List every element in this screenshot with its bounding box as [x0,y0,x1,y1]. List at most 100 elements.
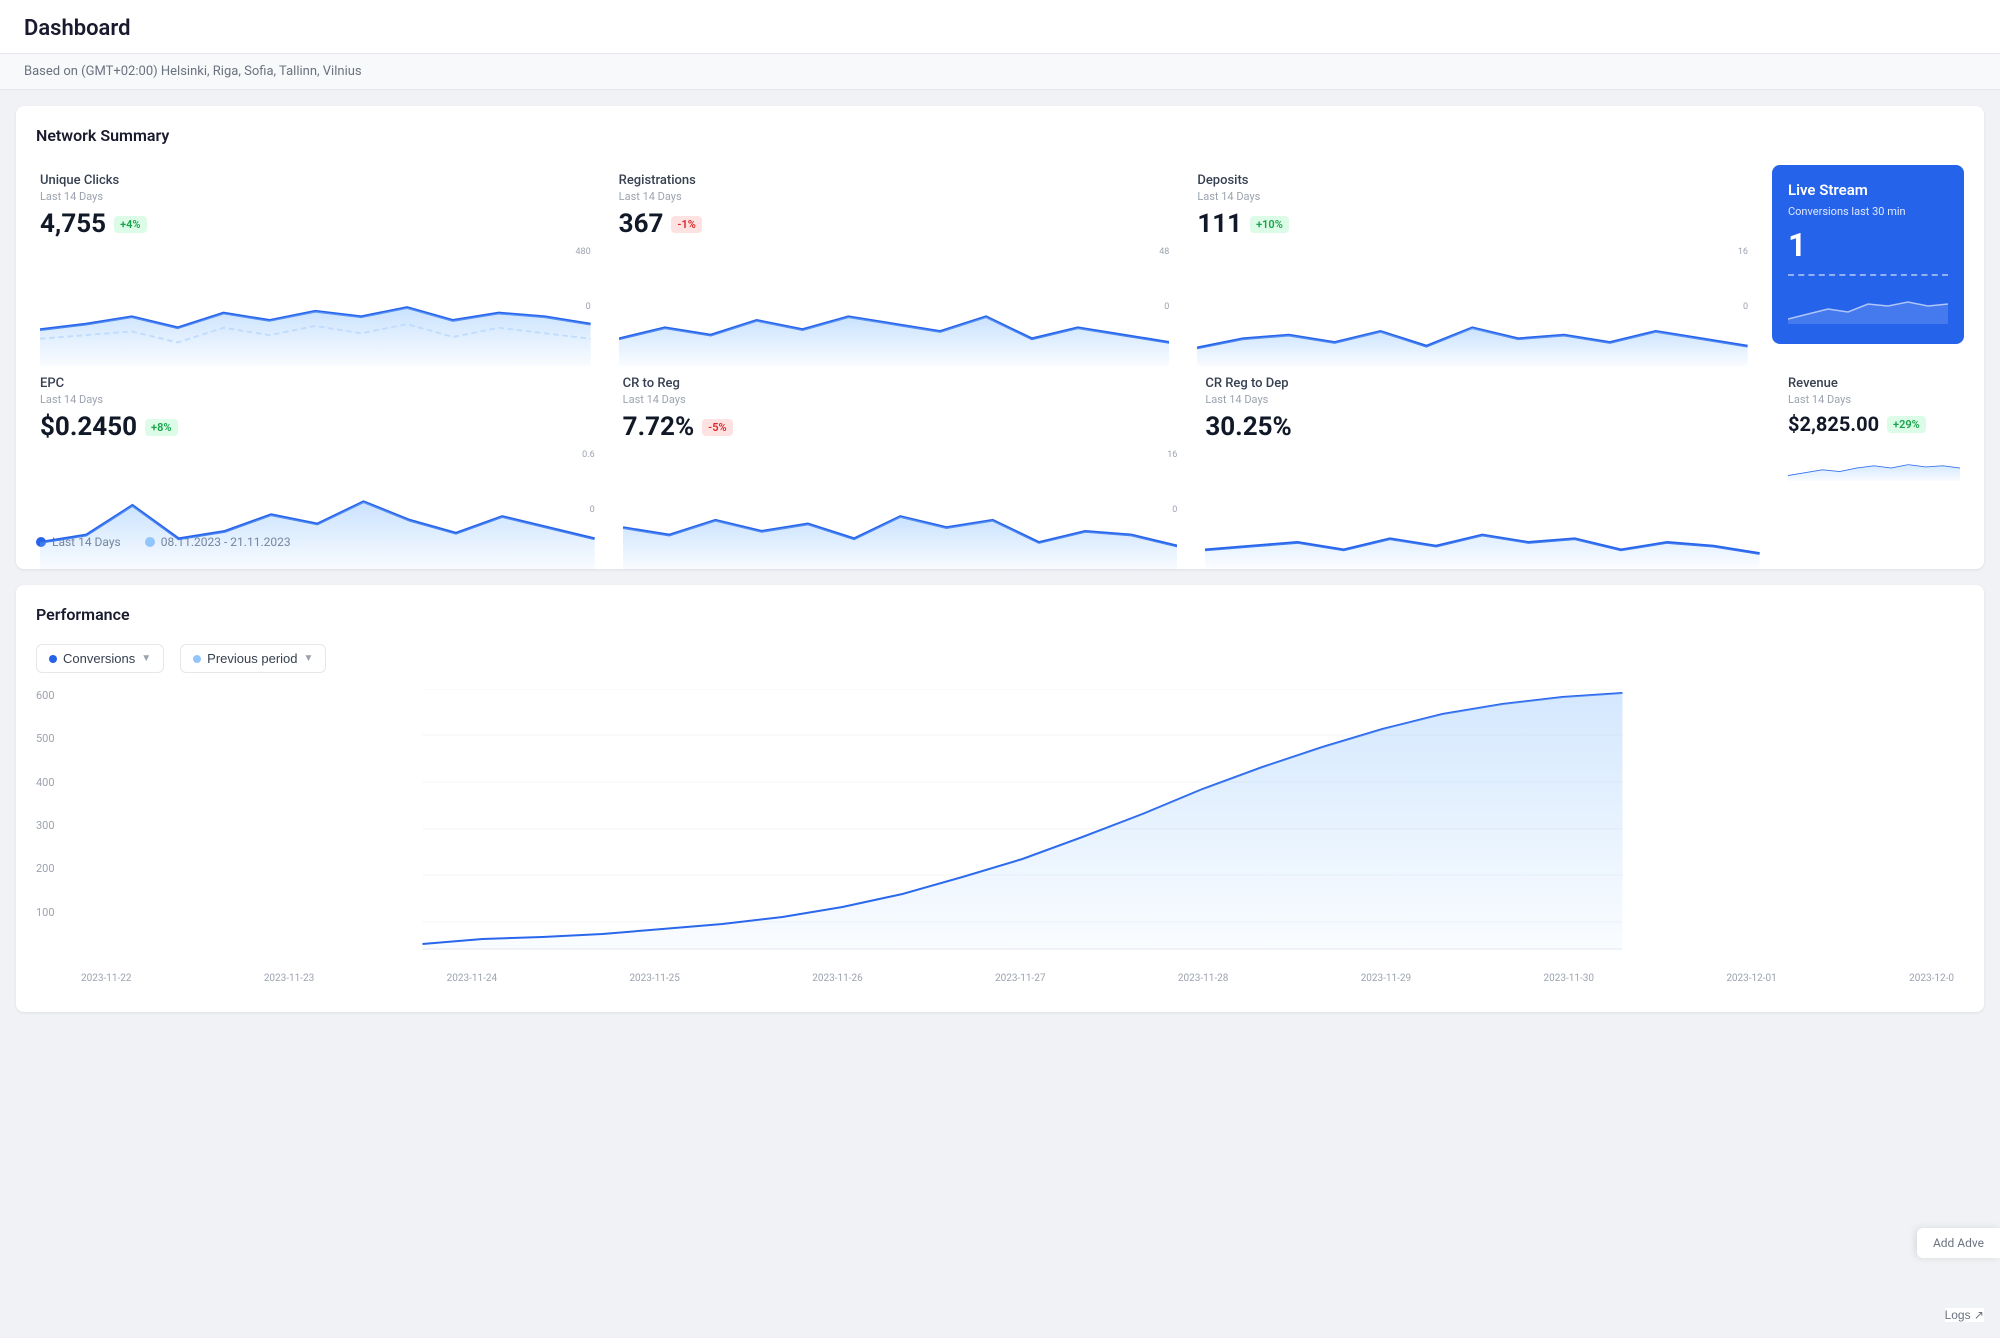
performance-chart-container: 600 500 400 300 200 100 [36,689,1964,984]
previous-period-dropdown[interactable]: Previous period ▼ [180,644,326,673]
metric-revenue: Revenue Last 14 Days $2,825.00 +29% [1784,368,1964,523]
metric-label-cr-reg-to-dep: CR Reg to Dep [1205,376,1760,391]
x-label-10: 2023-12-0 [1909,973,1954,984]
chart-epc: 0.6 0 [40,450,595,515]
chart-revenue [1788,444,1960,509]
metric-label-deposits: Deposits [1197,173,1748,188]
metric-period-epc: Last 14 Days [40,393,595,406]
y-axis-400: 400 [36,776,55,789]
metric-value-row-registrations: 367 -1% [619,209,1170,239]
timezone-bar: Based on (GMT+02:00) Helsinki, Riga, Sof… [0,54,2000,90]
sparkline-deposits [1197,247,1748,366]
metric-registrations: Registrations Last 14 Days 367 -1% 48 [615,165,1174,344]
metric-value-row-cr-to-reg: 7.72% -5% [623,412,1178,442]
metric-value-row-epc: $0.2450 +8% [40,412,595,442]
x-label-9: 2023-12-01 [1726,973,1777,984]
conversions-dropdown[interactable]: Conversions ▼ [36,644,164,673]
badge-epc: +8% [145,419,177,436]
metric-cr-reg-to-dep: CR Reg to Dep Last 14 Days 30.25% [1201,368,1764,523]
metric-label-unique-clicks: Unique Clicks [40,173,591,188]
sparkline-unique-clicks [40,247,591,366]
conversions-label: Conversions [63,651,135,666]
metric-label-epc: EPC [40,376,595,391]
timezone-text: Based on (GMT+02:00) Helsinki, Riga, Sof… [24,64,362,79]
metric-value-epc: $0.2450 [40,412,137,442]
chart-max-unique-clicks: 480 [575,247,590,257]
x-label-2: 2023-11-24 [447,973,498,984]
metric-value-cr-reg-to-dep: 30.25% [1205,412,1291,442]
add-adve-btn[interactable]: Add Adve [1917,1228,2000,1258]
previous-period-label: Previous period [207,651,297,666]
chart-min-deposits: 0 [1743,302,1748,312]
metric-value-row-unique-clicks: 4,755 +4% [40,209,591,239]
x-label-6: 2023-11-28 [1178,973,1229,984]
x-label-4: 2023-11-26 [812,973,863,984]
metric-period-revenue: Last 14 Days [1788,393,1960,406]
badge-revenue: +29% [1887,416,1926,433]
y-axis-500: 500 [36,732,55,745]
y-axis-600: 600 [36,689,55,702]
metric-period-unique-clicks: Last 14 Days [40,190,591,203]
badge-registrations: -1% [671,216,701,233]
metric-value-row-deposits: 111 +10% [1197,209,1748,239]
page-wrapper: Dashboard Based on (GMT+02:00) Helsinki,… [0,0,2000,1338]
page-title: Dashboard [24,16,1976,41]
logs-label: Logs ↗ [1945,1308,1984,1322]
performance-title: Performance [36,605,1964,624]
x-label-5: 2023-11-27 [995,973,1046,984]
y-axis-300: 300 [36,819,55,832]
chart-deposits: 16 0 [1197,247,1748,312]
metrics-row-2: EPC Last 14 Days $0.2450 +8% 0.6 [36,368,1964,523]
chart-cr-reg-to-dep [1205,450,1760,515]
chart-max-cr-to-reg: 16 [1167,450,1177,460]
metric-value-cr-to-reg: 7.72% [623,412,695,442]
y-axis-100: 100 [36,906,55,919]
sparkline-epc [40,450,595,570]
logs-button[interactable]: Logs ↗ [1945,1308,1984,1322]
metric-value-deposits: 111 [1197,209,1242,239]
chart-registrations: 48 0 [619,247,1170,312]
chart-min-unique-clicks: 0 [586,302,591,312]
metric-value-unique-clicks: 4,755 [40,209,106,239]
live-stream-chart [1788,284,1948,324]
chart-min-cr-to-reg: 0 [1172,505,1177,515]
metrics-row-1: Unique Clicks Last 14 Days 4,755 +4% 480 [36,165,1964,344]
live-stream-card: Live Stream Conversions last 30 min 1 [1772,165,1964,344]
metric-deposits: Deposits Last 14 Days 111 +10% 16 [1193,165,1752,344]
metric-epc: EPC Last 14 Days $0.2450 +8% 0.6 [36,368,599,523]
y-axis: 600 500 400 300 200 100 [36,689,55,969]
metric-period-cr-reg-to-dep: Last 14 Days [1205,393,1760,406]
chart-cr-to-reg: 16 0 [623,450,1178,515]
x-label-7: 2023-11-29 [1361,973,1412,984]
header: Dashboard [0,0,2000,54]
performance-header: Conversions ▼ Previous period ▼ [36,644,1964,673]
chart-min-registrations2: 0 [1164,302,1169,312]
metric-value-row-cr-reg-to-dep: 30.25% [1205,412,1760,442]
performance-chart-svg [81,689,1964,969]
badge-deposits: +10% [1250,216,1289,233]
performance-section: Performance Conversions ▼ Previous perio… [16,585,1984,1012]
sparkline-cr-reg-to-dep [1205,450,1760,570]
sparkline-registrations [619,247,1170,366]
x-label-8: 2023-11-30 [1544,973,1595,984]
chart-unique-clicks: 480 0 [40,247,591,312]
metric-period-registrations: Last 14 Days [619,190,1170,203]
chart-max-deposits: 16 [1738,247,1748,257]
metric-period-deposits: Last 14 Days [1197,190,1748,203]
sparkline-revenue [1788,444,1960,481]
chart-min-epc: 0 [590,505,595,515]
live-stream-value: 1 [1788,226,1948,264]
metric-label-cr-to-reg: CR to Reg [623,376,1178,391]
network-summary-title: Network Summary [36,126,1964,145]
chevron-down-icon-2: ▼ [304,653,314,664]
chart-max-epc: 0.6 [582,450,595,460]
metric-cr-to-reg: CR to Reg Last 14 Days 7.72% -5% 16 [619,368,1182,523]
badge-unique-clicks: +4% [114,216,146,233]
add-adve-label: Add Adve [1933,1236,1984,1250]
previous-period-dot [193,655,201,663]
metric-value-registrations: 367 [619,209,664,239]
badge-cr-to-reg: -5% [702,419,732,436]
metric-value-revenue: $2,825.00 [1788,412,1879,436]
metric-label-revenue: Revenue [1788,376,1960,391]
network-summary-section: Network Summary Unique Clicks Last 14 Da… [16,106,1984,569]
